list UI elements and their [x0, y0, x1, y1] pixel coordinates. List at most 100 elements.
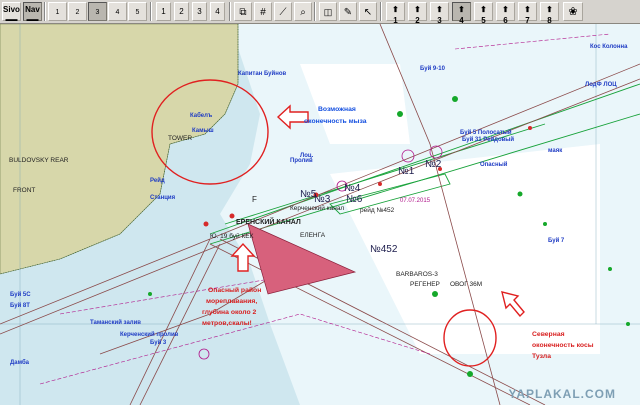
chart-label: Буй 5 Полосатый: [460, 129, 512, 136]
front-label: FRONT: [13, 187, 35, 194]
area-n4-label: №4: [344, 183, 361, 194]
chart-label: маяк: [548, 148, 562, 154]
boat-icon: ⬆: [392, 5, 399, 14]
page-4-button[interactable]: 4: [210, 2, 225, 21]
chart-4-button[interactable]: 4: [108, 2, 127, 21]
pointer-button[interactable]: ↖: [359, 2, 377, 21]
date-label: 07.07.2015: [400, 198, 431, 204]
chart-label: ОВОГ 36М: [450, 281, 482, 288]
chart-label: Керченский пролив: [120, 331, 179, 338]
chart-label: Капитан Буйнов: [238, 70, 286, 77]
chart-label: Таманский залив: [90, 319, 141, 326]
chart-1-button[interactable]: 1: [48, 2, 67, 21]
chart-2-button[interactable]: 2: [68, 2, 87, 21]
danger-annotation-line: Опасный район: [208, 286, 261, 294]
pencil-button[interactable]: ✎: [339, 2, 357, 21]
page-3-button[interactable]: 3: [192, 2, 207, 21]
tower-label: TOWER: [168, 135, 192, 142]
danger-annotation-line: метров,скалы!: [202, 320, 252, 327]
boat-icon: ⬆: [436, 5, 443, 14]
chart-label: Опасный: [480, 161, 508, 168]
chart-label: Дамба: [10, 359, 30, 366]
layers-button[interactable]: ⧉: [234, 2, 252, 21]
chart-5-button[interactable]: 5: [128, 2, 147, 21]
page-2-button[interactable]: 2: [174, 2, 189, 21]
depth-8-button[interactable]: ⬆ 8: [540, 2, 559, 25]
boat-icon: ⬆: [414, 5, 421, 14]
page-1-button[interactable]: 1: [156, 2, 171, 21]
layers-icon: ⧉: [239, 7, 247, 18]
boat-icon: ⬆: [458, 5, 465, 14]
chart-label: Лоц.: [300, 153, 314, 159]
route-icon: ⌕: [300, 7, 306, 18]
toolbar-separator: [44, 2, 46, 21]
spit-annotation-line: оконечность косы: [532, 342, 594, 349]
route-button[interactable]: ⌕: [294, 2, 312, 21]
nautical-chart[interactable]: BULDOVSKY REAR FRONT TOWER №452 №1 №2 №4…: [0, 24, 640, 405]
toolbar-separator: [314, 2, 316, 21]
chart-label: Керченский канал: [290, 204, 344, 212]
depth-6-button[interactable]: ⬆ 6: [496, 2, 515, 25]
place-barbaros-label: BARBAROS-3: [396, 271, 438, 278]
grid-button[interactable]: #: [254, 2, 272, 21]
spit-annotation-line: Тузла: [532, 353, 551, 360]
boat-icon: ⬆: [502, 5, 509, 14]
danger-annotation-line: глубина около 2: [202, 308, 257, 316]
rear-label: BULDOVSKY REAR: [9, 157, 69, 164]
toolbar-separator: [380, 2, 382, 21]
pilot-label: Ю. 19 буй КЕК: [210, 232, 254, 240]
pencil-icon: ✎: [343, 7, 353, 18]
spit-annotation-line: Северная: [532, 331, 565, 338]
area-n1-label: №1: [398, 166, 415, 177]
chart-label: Кабелъ: [190, 112, 213, 119]
toolbar-separator: [229, 2, 231, 21]
depth-7-button[interactable]: ⬆ 7: [518, 2, 537, 25]
nav-mode-button[interactable]: Nav ▬▬: [23, 2, 42, 23]
chart-label: Буй 9-10: [420, 65, 446, 72]
chart-label: Станция: [150, 195, 176, 201]
depth-5-button[interactable]: ⬆ 5: [474, 2, 493, 25]
place-f-label: F: [252, 195, 257, 204]
chart-label: ЛодФ ЛОЦ: [585, 82, 617, 88]
depth-3-button[interactable]: ⬆ 3: [430, 2, 449, 25]
chart-toolbar: Sivo ▬▬ Nav ▬▬ 1 2 3 4 5 1 2 3 4 ⧉ # ⟋ ⌕ ◫…: [0, 0, 640, 25]
pointer-icon: ↖: [363, 7, 373, 18]
chart-label: Буй 3: [150, 339, 167, 346]
palette-button[interactable]: ❀: [563, 2, 583, 21]
boat-icon: ⬆: [546, 5, 553, 14]
chart-3-button[interactable]: 3: [88, 2, 107, 21]
watermark: YAPLAKAL.COM: [508, 387, 616, 401]
palette-icon: ❀: [568, 6, 578, 18]
depth-4-button[interactable]: ⬆ 4: [452, 2, 471, 25]
chart-label: Кос Колонна: [590, 44, 628, 50]
chart-label: Рейд: [150, 177, 165, 184]
area-n6-label: №6: [346, 194, 363, 205]
depth-2-button[interactable]: ⬆ 2: [408, 2, 427, 25]
boat-icon: ⬆: [480, 5, 487, 14]
area-452-label: №452: [370, 244, 398, 255]
chart-label: рейд №452: [360, 206, 395, 214]
mouth-annotation-line: Возможная: [318, 106, 356, 113]
area-n5-label: №5: [300, 189, 317, 200]
place-regener-label: РЕГЕНЕР: [410, 281, 440, 288]
ruler-icon: ⟋: [279, 7, 287, 18]
chart-label: Буй 7: [548, 237, 565, 244]
chart-label: Буй 5С: [10, 291, 31, 298]
area-n3-label: №3: [314, 194, 331, 205]
area-n2-label: №2: [425, 159, 442, 170]
grid-icon: #: [260, 7, 266, 18]
depth-1-button[interactable]: ⬆ 1: [386, 2, 405, 25]
danger-annotation-line: мореплавания,: [206, 298, 257, 305]
chart-label: Буй 8Т: [10, 302, 30, 309]
mouth-annotation-line: оконечность мыза: [304, 118, 367, 125]
select-icon: ◫: [323, 7, 333, 17]
ruler-button[interactable]: ⟋: [274, 2, 292, 21]
select-button[interactable]: ◫: [319, 2, 337, 21]
chart-label: Буй 31 Рейдовый: [462, 136, 514, 143]
canal-label: ЕРЕНСКИЙ КАНАЛ: [236, 217, 301, 226]
chart-label: Камыш: [192, 128, 214, 134]
toolbar-separator: [150, 2, 152, 21]
place-elenga-label: ЕЛЕНГА: [300, 232, 326, 239]
boat-icon: ⬆: [524, 5, 531, 14]
sivo-mode-button[interactable]: Sivo ▬▬: [2, 2, 21, 23]
